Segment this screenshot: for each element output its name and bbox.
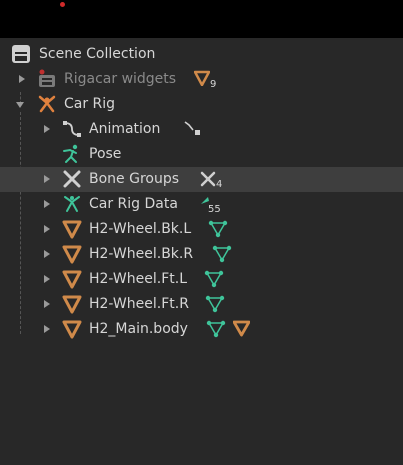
scene-collection-label: Scene Collection: [39, 46, 156, 62]
collection-icon: [37, 69, 57, 89]
row-label: Pose: [89, 146, 122, 162]
expand-arrow-icon[interactable]: [44, 325, 50, 333]
mesh-object-icon: [62, 294, 82, 314]
row-label: Car Rig: [64, 96, 116, 112]
mesh-object-icon: [62, 219, 82, 239]
expand-arrow-icon[interactable]: [44, 275, 50, 283]
mesh-data-icon: [206, 320, 226, 340]
viewport-strip: [0, 0, 403, 38]
armature-object-icon: [37, 94, 57, 114]
outliner-row-h2-main-body[interactable]: H2_Main.body: [0, 317, 403, 342]
row-label: H2_Main.body: [89, 321, 188, 337]
mesh-icon: [193, 70, 211, 90]
expand-arrow-icon[interactable]: [44, 300, 50, 308]
row-label: Car Rig Data: [89, 196, 178, 212]
outliner-row-rigacar-widgets[interactable]: Rigacar widgets 9: [0, 67, 403, 92]
scene-collection-row[interactable]: Scene Collection: [0, 42, 403, 67]
bone-groups-icon: [199, 170, 217, 190]
row-label: H2-Wheel.Bk.L: [89, 221, 192, 237]
mesh-object-icon: [62, 319, 82, 339]
action-icon: [183, 120, 201, 140]
mesh-data-icon: [212, 245, 232, 265]
expand-arrow-icon[interactable]: [44, 175, 50, 183]
outliner-row-h2-wheel-ft-r[interactable]: H2-Wheel.Ft.R: [0, 292, 403, 317]
outliner-row-h2-wheel-ft-l[interactable]: H2-Wheel.Ft.L: [0, 267, 403, 292]
mesh-object-icon: [62, 244, 82, 264]
mesh-data-icon: [205, 295, 225, 315]
bone-groups-icon: [62, 169, 82, 189]
expand-arrow-icon[interactable]: [44, 125, 50, 133]
row-label: H2-Wheel.Ft.L: [89, 271, 187, 287]
outliner-row-h2-wheel-bk-l[interactable]: H2-Wheel.Bk.L: [0, 217, 403, 242]
armature-data-icon: [62, 194, 82, 214]
row-label: Rigacar widgets: [64, 71, 177, 87]
outliner-row-car-rig[interactable]: Car Rig: [0, 92, 403, 117]
expand-arrow-icon[interactable]: [44, 200, 50, 208]
mesh-data-icon: [204, 270, 224, 290]
animation-icon: [62, 119, 82, 139]
mesh-object-icon: [62, 269, 82, 289]
outliner-row-bone-groups[interactable]: Bone Groups 4: [0, 167, 403, 192]
badge-count: 4: [216, 179, 223, 190]
outliner-row-h2-wheel-bk-r[interactable]: H2-Wheel.Bk.R: [0, 242, 403, 267]
row-label: Bone Groups: [89, 171, 180, 187]
row-label: H2-Wheel.Ft.R: [89, 296, 189, 312]
scene-collection-icon: [11, 44, 31, 64]
row-label: H2-Wheel.Bk.R: [89, 246, 194, 262]
mesh-icon: [232, 320, 251, 340]
outliner-row-animation[interactable]: Animation: [0, 117, 403, 142]
expand-arrow-icon[interactable]: [44, 225, 50, 233]
row-label: Animation: [89, 121, 161, 137]
pose-icon: [62, 144, 82, 164]
origin-dot: [60, 2, 65, 7]
outliner-row-pose[interactable]: Pose: [0, 142, 403, 167]
expand-arrow-icon[interactable]: [44, 250, 50, 258]
collapse-arrow-icon[interactable]: [16, 102, 24, 108]
outliner-row-car-rig-data[interactable]: Car Rig Data 55: [0, 192, 403, 217]
mesh-data-icon: [208, 220, 228, 240]
badge-count: 55: [208, 204, 221, 215]
badge-count: 9: [210, 79, 217, 90]
expand-arrow-icon[interactable]: [19, 75, 25, 83]
